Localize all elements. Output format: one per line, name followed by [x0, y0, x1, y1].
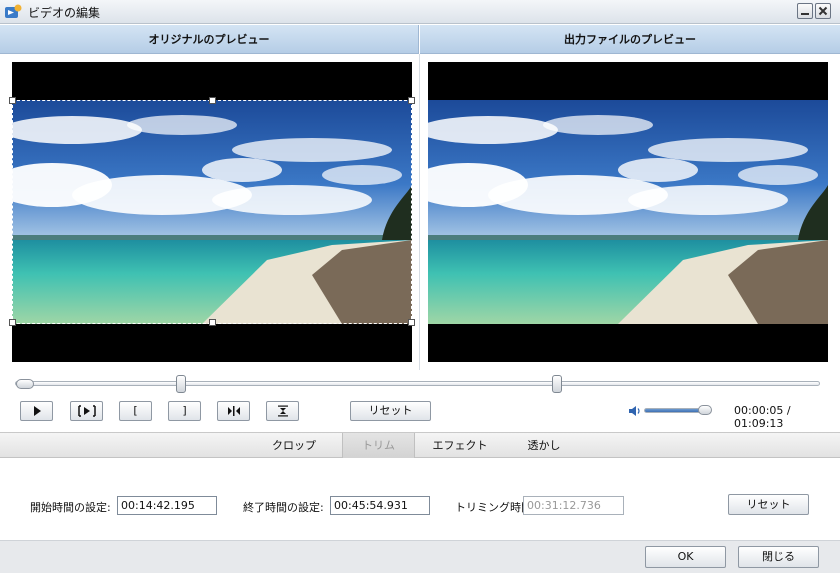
minimize-icon — [801, 13, 809, 15]
previous-frame-icon — [227, 406, 240, 416]
trim-panel: 開始時間の設定: 終了時間の設定: トリミング時間: リセット — [0, 458, 840, 540]
minimize-button[interactable] — [797, 3, 813, 19]
play-icon — [33, 406, 41, 416]
start-time-label: 開始時間の設定: — [30, 501, 111, 514]
output-video-preview — [428, 62, 828, 362]
close-button[interactable]: 閉じる — [738, 546, 819, 568]
ok-button[interactable]: OK — [645, 546, 726, 568]
preview-reset-button[interactable]: リセット — [350, 401, 431, 421]
set-end-icon: ] — [182, 404, 187, 417]
timeline-track[interactable] — [15, 381, 820, 386]
preview-area: オリジナルのプレビュー 出力ファイルのプレビュー — [0, 25, 840, 370]
flip-button[interactable] — [266, 401, 299, 421]
tab-crop[interactable]: クロップ — [262, 433, 326, 458]
original-preview-header: オリジナルのプレビュー — [0, 25, 419, 54]
title-bar: ビデオの編集 — [0, 0, 840, 24]
set-start-icon: [ — [133, 404, 138, 417]
playhead-knob[interactable] — [16, 379, 34, 389]
previous-frame-button[interactable] — [217, 401, 250, 421]
start-time-input[interactable] — [117, 496, 217, 515]
dialog-footer: OK 閉じる — [0, 540, 840, 573]
set-start-button[interactable]: [ — [119, 401, 152, 421]
app-icon — [5, 4, 22, 18]
beach-scene-image — [428, 100, 828, 324]
beach-scene-image — [12, 100, 412, 324]
end-time-input[interactable] — [330, 496, 430, 515]
play-selection-button[interactable] — [70, 401, 103, 421]
time-display: 00:00:05 / 01:09:13 — [734, 404, 791, 430]
play-button[interactable] — [20, 401, 53, 421]
edit-tab-bar: クロップ トリム エフェクト 透かし — [0, 432, 840, 458]
tab-watermark[interactable]: 透かし — [512, 433, 576, 458]
trim-reset-button[interactable]: リセット — [728, 494, 809, 515]
close-window-button[interactable] — [815, 3, 831, 19]
playback-controls: [ ] リセット 00:00:05 / 01:09:13 — [0, 370, 840, 432]
window-title: ビデオの編集 — [28, 6, 101, 20]
trim-duration-input — [523, 496, 624, 515]
output-preview-header: 出力ファイルのプレビュー — [420, 25, 840, 54]
set-end-button[interactable]: ] — [168, 401, 201, 421]
pane-divider — [419, 54, 420, 370]
close-icon — [818, 6, 828, 16]
volume-knob[interactable] — [698, 405, 712, 415]
original-video-preview — [12, 62, 412, 362]
flip-icon — [277, 405, 288, 417]
trim-start-marker[interactable] — [176, 375, 186, 393]
tab-trim[interactable]: トリム — [342, 433, 415, 458]
tab-effect[interactable]: エフェクト — [428, 433, 492, 458]
volume-icon[interactable] — [628, 404, 642, 418]
end-time-label: 終了時間の設定: — [243, 501, 324, 514]
play-selection-icon — [77, 405, 96, 417]
trim-end-marker[interactable] — [552, 375, 562, 393]
